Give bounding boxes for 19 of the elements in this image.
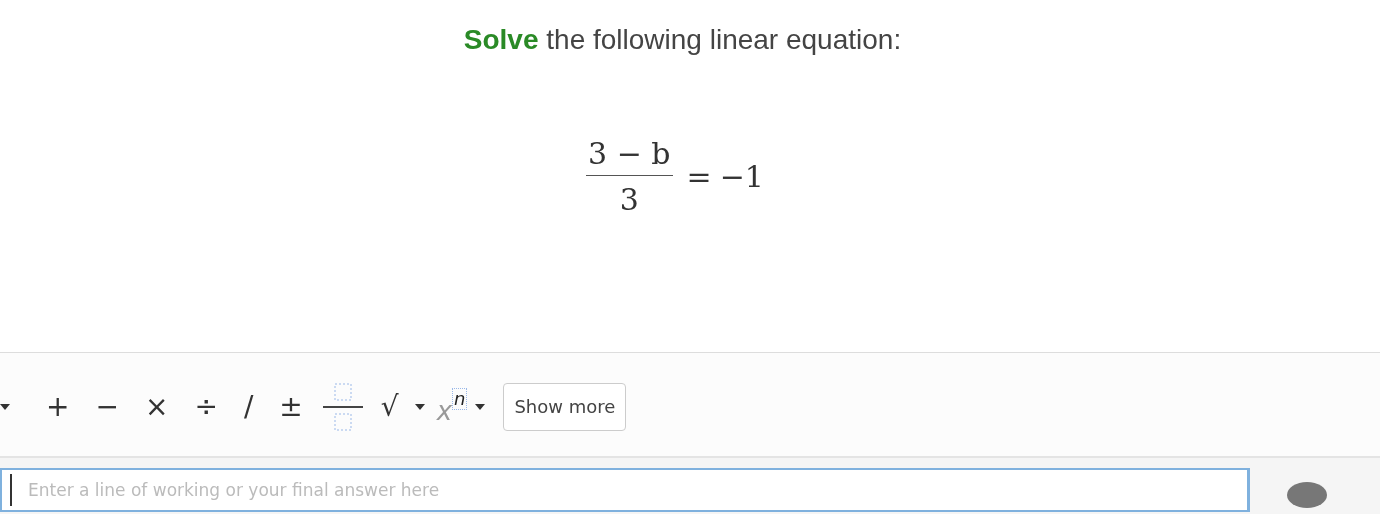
equation-denominator: 3 xyxy=(619,181,639,217)
symbol-key[interactable]: ± xyxy=(269,390,313,423)
symbol-key[interactable]: − xyxy=(85,390,129,423)
caret-icon[interactable] xyxy=(0,403,10,410)
caret-icon[interactable] xyxy=(475,403,486,410)
equation-right-side: −1 xyxy=(719,159,764,194)
caret-icon[interactable] xyxy=(414,403,425,410)
symbol-key[interactable]: √ xyxy=(370,390,409,423)
show-more-button[interactable]: Show more xyxy=(503,382,627,431)
symbol-key[interactable]: × xyxy=(134,390,179,423)
symbol-key[interactable]: + xyxy=(36,390,80,423)
status-dot-icon xyxy=(1287,482,1327,508)
equals-sign: = xyxy=(686,159,712,194)
symbol-key[interactable]: ÷ xyxy=(184,390,228,423)
symbol-key[interactable]: / xyxy=(233,390,264,423)
fraction-key[interactable] xyxy=(322,381,363,432)
equation-numerator: 3 − b xyxy=(586,136,673,176)
answer-field[interactable]: Enter a line of working or your final answer here xyxy=(0,468,1250,512)
question-prompt: Solve the following linear equation: xyxy=(463,24,902,56)
